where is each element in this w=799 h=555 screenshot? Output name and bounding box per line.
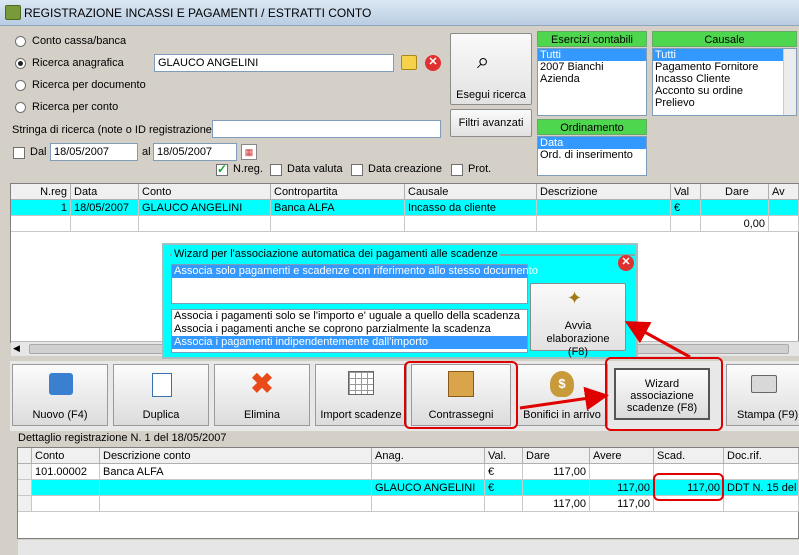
annotation-arrows [519,321,691,411]
arrow-to-avvia [624,321,691,359]
arrow-to-wizard [519,386,609,411]
